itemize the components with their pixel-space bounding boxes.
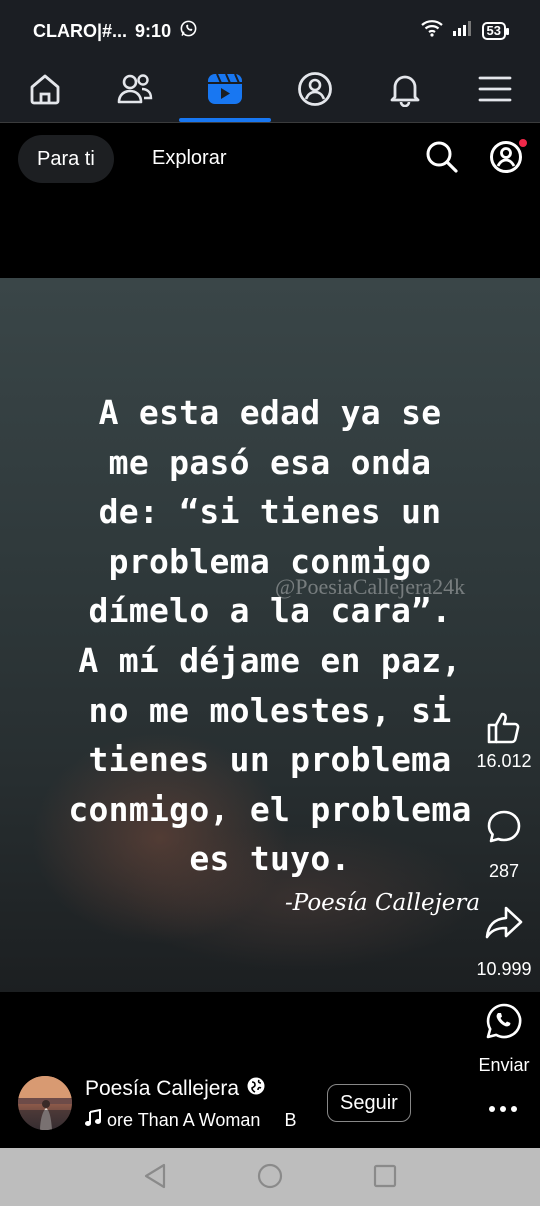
home-circle-icon[interactable] (257, 1162, 283, 1195)
reel-media[interactable]: A esta edad ya se me pasó esa onda de: “… (0, 278, 540, 992)
avatar[interactable] (18, 1076, 72, 1130)
tab-for-you[interactable]: Para ti (18, 135, 114, 183)
hamburger-icon (478, 74, 512, 109)
nav-notifications[interactable] (360, 60, 450, 122)
like-button[interactable]: 16.012 (468, 708, 540, 772)
search-icon (424, 139, 460, 180)
signal-icon (452, 20, 474, 41)
user-circle-icon (489, 140, 523, 179)
author-name-text: Poesía Callejera (85, 1077, 240, 1100)
bell-icon (387, 71, 423, 112)
song-title-next: B (284, 1110, 297, 1130)
audio-track[interactable]: ore Than A Woman B (85, 1109, 305, 1132)
tab-for-you-label: Para ti (37, 147, 95, 170)
nav-friends[interactable] (90, 60, 180, 122)
status-left: CLARO|#... 9:10 (33, 19, 198, 43)
reels-header: Para ti Explorar (0, 123, 540, 278)
nav-home[interactable] (0, 60, 90, 122)
author-name[interactable]: Poesía Callejera (85, 1077, 265, 1101)
more-dots-icon (488, 1100, 518, 1117)
status-right: 53 (420, 19, 510, 42)
search-button[interactable] (420, 137, 464, 181)
share-button[interactable]: 10.999 (468, 904, 540, 980)
status-bar: CLARO|#... 9:10 53 (0, 0, 540, 60)
follow-button-label: Seguir (340, 1091, 398, 1114)
profile-icon (297, 71, 333, 112)
share-count: 10.999 (476, 959, 532, 979)
friends-icon (115, 71, 155, 112)
nav-profile[interactable] (270, 60, 360, 122)
quote-line: no me molestes, si (88, 690, 452, 730)
back-icon[interactable] (142, 1162, 168, 1195)
quote-line: A mí déjame en paz, (78, 640, 462, 680)
song-title: ore Than A Woman (107, 1110, 261, 1130)
nav-reels[interactable] (179, 60, 271, 122)
reel-footer: Poesía Callejera ore Than A Woman B Segu… (0, 1060, 540, 1148)
system-navigation-bar (0, 1148, 540, 1206)
wifi-icon (420, 19, 444, 42)
thumbs-up-icon (485, 712, 523, 750)
more-options-button[interactable] (488, 1100, 518, 1118)
tab-explore[interactable]: Explorar (152, 147, 226, 170)
watermark: @PoesiaCallejera24k (275, 574, 466, 599)
notification-dot (519, 139, 527, 147)
quote-line: es tuyo. (189, 839, 351, 879)
recents-icon[interactable] (372, 1162, 398, 1195)
battery-indicator: 53 (481, 21, 510, 40)
home-icon (27, 71, 63, 112)
signature: -Poesía Callejera (285, 890, 481, 916)
comment-button[interactable]: 287 (468, 808, 540, 882)
comment-icon (485, 810, 523, 850)
comment-count: 287 (488, 861, 520, 881)
whatsapp-icon (485, 1003, 523, 1044)
globe-icon (247, 1077, 265, 1101)
quote-line: me pasó esa onda (108, 442, 432, 482)
quote-text: A esta edad ya se me pasó esa onda de: “… (20, 388, 520, 884)
quote-line: tienes un problema (88, 740, 452, 780)
whatsapp-status-icon (179, 19, 198, 43)
nav-menu[interactable] (450, 60, 540, 122)
quote-line: A esta edad ya se (98, 393, 442, 432)
quote-line: de: “si tienes un (98, 492, 442, 532)
reels-icon (206, 71, 244, 112)
like-count: 16.012 (476, 751, 532, 771)
main-navbar (0, 60, 540, 122)
music-note-icon (85, 1109, 101, 1132)
share-icon (484, 906, 524, 946)
carrier-label: CLARO|#... (33, 20, 128, 41)
quote-line: conmigo, el problema (68, 789, 472, 829)
follow-button[interactable]: Seguir (327, 1084, 411, 1122)
clock: 9:10 (135, 20, 172, 41)
reels-profile-button[interactable] (484, 137, 528, 181)
